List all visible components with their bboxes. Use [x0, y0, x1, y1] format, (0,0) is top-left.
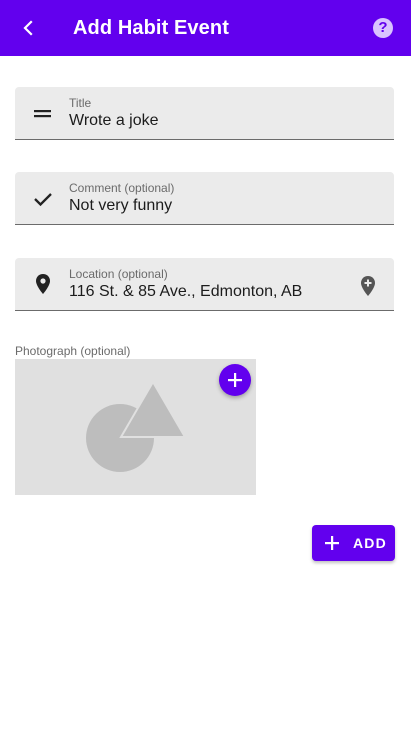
location-input[interactable]: 116 St. & 85 Ave., Edmonton, AB — [69, 283, 302, 301]
add-photo-icon — [228, 373, 242, 387]
app-bar: Add Habit Event ? — [0, 0, 411, 56]
comment-input[interactable]: Not very funny — [69, 197, 172, 215]
check-icon — [32, 188, 54, 210]
comment-field[interactable]: Comment (optional) Not very funny — [15, 172, 394, 225]
comment-label: Comment (optional) — [69, 181, 175, 195]
page-title: Add Habit Event — [73, 17, 229, 39]
back-button[interactable] — [14, 14, 42, 42]
help-icon[interactable]: ? — [373, 18, 393, 38]
title-field[interactable]: Title Wrote a joke — [15, 87, 394, 140]
add-button-label: ADD — [353, 535, 387, 551]
title-label: Title — [69, 96, 92, 110]
add-button[interactable]: ADD — [312, 525, 395, 561]
add-photo-button[interactable] — [219, 364, 251, 396]
plus-icon — [324, 535, 340, 551]
location-pin-icon — [32, 273, 54, 295]
title-input[interactable]: Wrote a joke — [69, 112, 159, 130]
arrow-back-icon — [23, 20, 33, 36]
add-location-icon[interactable] — [358, 275, 378, 297]
location-label: Location (optional) — [69, 267, 168, 281]
photo-label: Photograph (optional) — [15, 344, 131, 358]
location-field[interactable]: Location (optional) 116 St. & 85 Ave., E… — [15, 258, 394, 311]
drag-handle-icon — [32, 103, 54, 125]
